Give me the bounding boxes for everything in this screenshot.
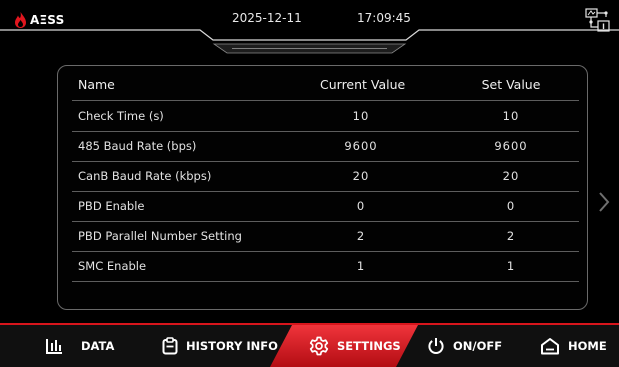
row-name: 485 Baud Rate (bps) <box>78 139 197 153</box>
row-set-value[interactable]: 0 <box>470 191 552 221</box>
system-topology-icon[interactable] <box>583 7 611 33</box>
column-header-current-value: Current Value <box>320 77 406 92</box>
nav-settings-label: SETTINGS <box>337 339 401 353</box>
power-icon <box>428 338 444 354</box>
nav-on-off-label: ON/OFF <box>453 339 503 353</box>
row-name: SMC Enable <box>78 259 147 273</box>
nav-home-label: HOME <box>568 339 607 353</box>
bar-chart-icon <box>46 339 62 354</box>
bottom-nav: DATA HISTORY INFO SETTINGS ON/OFF HOME <box>0 325 619 367</box>
nav-home-button[interactable]: HOME <box>540 325 607 367</box>
row-set-value[interactable]: 1 <box>470 251 552 281</box>
settings-table: Name Current Value Set Value Check Time … <box>57 65 588 310</box>
header-date: 2025-12-11 <box>232 11 302 25</box>
row-name: CanB Baud Rate (kbps) <box>78 169 212 183</box>
row-current-value: 1 <box>356 259 366 273</box>
row-set-value[interactable]: 2 <box>470 221 552 251</box>
row-name: PBD Parallel Number Setting <box>78 229 242 243</box>
brand-logo: AΞSS <box>14 9 64 31</box>
nav-history-info-label: HISTORY INFO <box>186 339 278 353</box>
column-header-set-value: Set Value <box>481 77 541 92</box>
table-row[interactable]: Check Time (s) 10 10 <box>72 101 579 132</box>
flame-icon <box>15 12 26 28</box>
home-icon <box>541 338 559 355</box>
table-row[interactable]: PBD Parallel Number Setting 2 2 <box>72 221 579 252</box>
nav-on-off-button[interactable]: ON/OFF <box>427 325 502 367</box>
gear-icon <box>309 336 329 356</box>
column-header-name: Name <box>78 77 115 92</box>
header-bar: AΞSS 2025-12-11 17:09:45 <box>0 0 619 58</box>
table-row[interactable]: SMC Enable 1 1 <box>72 251 579 282</box>
table-header-row: Name Current Value Set Value <box>72 70 579 101</box>
nav-data-label: DATA <box>81 339 115 353</box>
nav-settings-button[interactable]: SETTINGS <box>309 325 401 367</box>
clipboard-icon <box>162 337 178 355</box>
table-row[interactable]: CanB Baud Rate (kbps) 20 20 <box>72 161 579 192</box>
row-name: Check Time (s) <box>78 109 164 123</box>
table-row[interactable]: PBD Enable 0 0 <box>72 191 579 222</box>
row-current-value: 0 <box>356 199 366 213</box>
row-current-value: 9600 <box>344 139 378 153</box>
row-name: PBD Enable <box>78 199 145 213</box>
brand-name: AΞSS <box>30 13 65 27</box>
row-current-value: 2 <box>356 229 366 243</box>
header-time: 17:09:45 <box>357 11 411 25</box>
row-current-value: 10 <box>352 109 370 123</box>
nav-history-info-button[interactable]: HISTORY INFO <box>162 325 278 367</box>
row-set-value[interactable]: 9600 <box>470 131 552 161</box>
row-current-value: 20 <box>352 169 370 183</box>
row-set-value[interactable]: 20 <box>470 161 552 191</box>
row-set-value[interactable]: 10 <box>470 101 552 131</box>
header-frame <box>0 29 619 54</box>
nav-data-button[interactable]: DATA <box>45 325 114 367</box>
table-row[interactable]: 485 Baud Rate (bps) 9600 9600 <box>72 131 579 162</box>
chevron-right-icon[interactable] <box>597 190 611 214</box>
